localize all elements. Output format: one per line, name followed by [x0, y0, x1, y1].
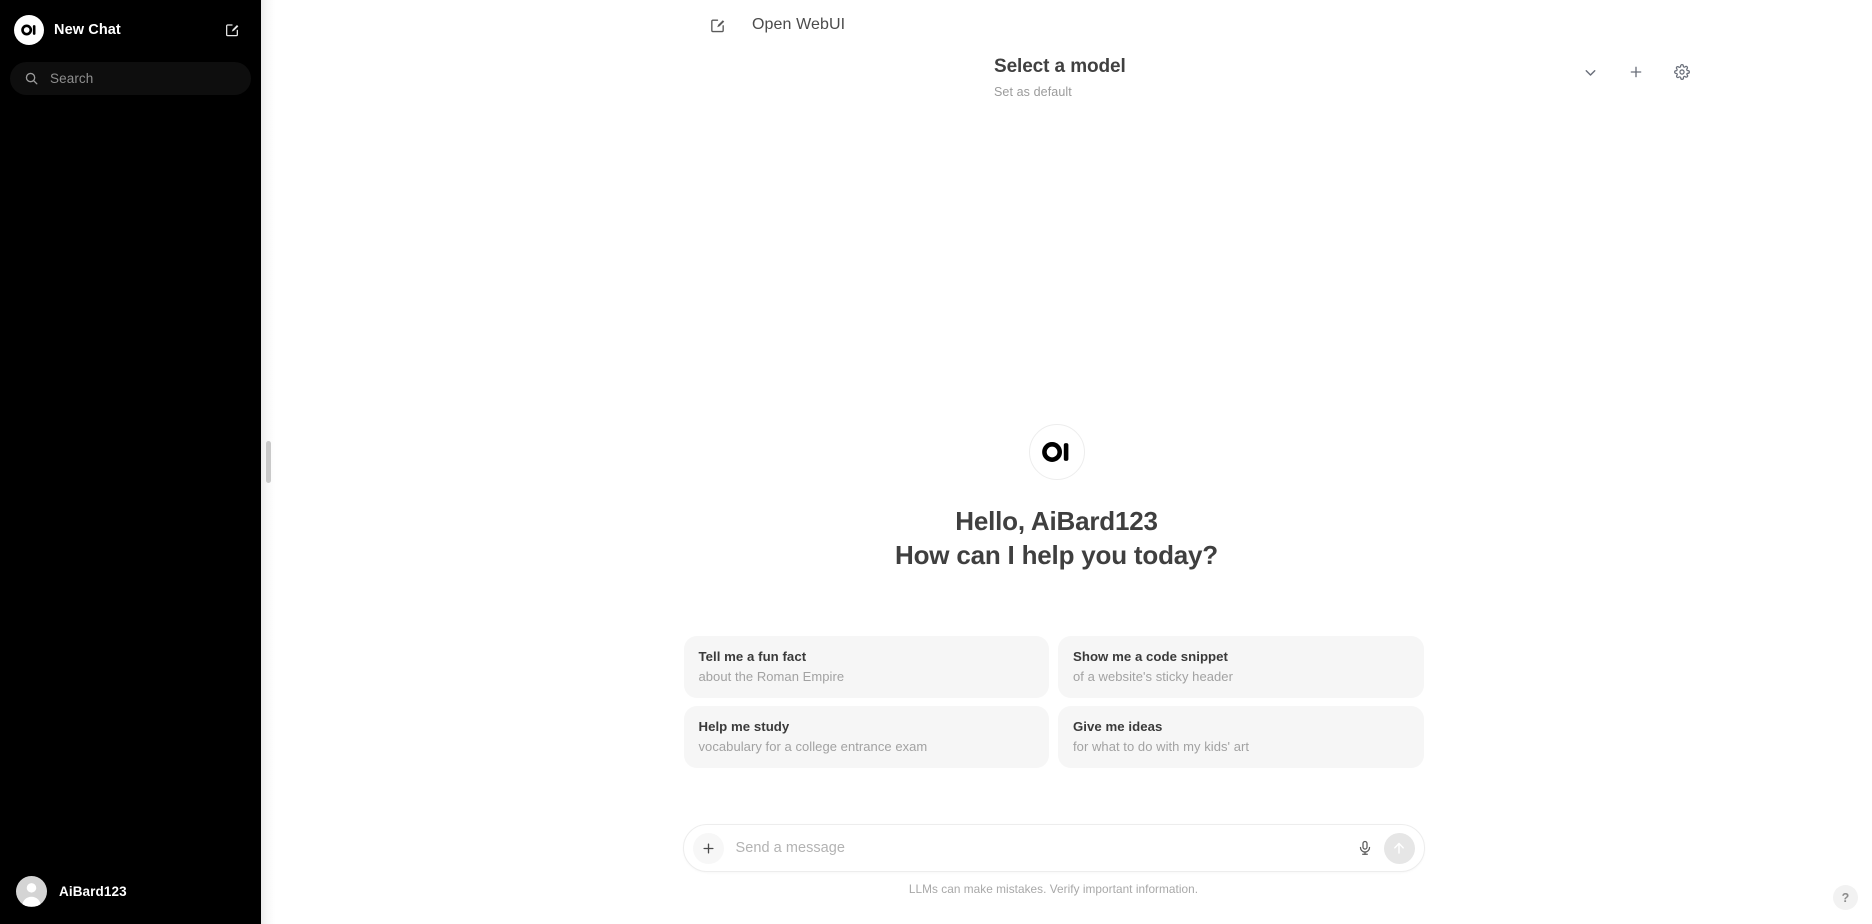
- suggestion-card[interactable]: Give me ideas for what to do with my kid…: [1058, 706, 1424, 768]
- chat-history-list: [10, 103, 251, 868]
- suggestion-title: Give me ideas: [1073, 719, 1163, 734]
- model-actions: [1577, 59, 1695, 85]
- sidebar-resize-handle[interactable]: [261, 0, 275, 924]
- suggestion-title: Show me a code snippet: [1073, 649, 1228, 664]
- user-profile-button[interactable]: AiBard123: [10, 868, 251, 914]
- attach-plus-icon[interactable]: [692, 832, 724, 864]
- sidebar: New Chat Search AiBard123: [0, 0, 261, 924]
- chevron-down-icon[interactable]: [1577, 59, 1603, 85]
- suggestion-subtitle: vocabulary for a college entrance exam: [698, 739, 928, 754]
- add-model-plus-icon[interactable]: [1623, 59, 1649, 85]
- set-as-default-link[interactable]: Set as default: [994, 85, 1126, 99]
- sidebar-header: New Chat: [10, 8, 251, 52]
- welcome-section: Hello, AiBard123 How can I help you toda…: [241, 112, 1872, 924]
- search-icon: [24, 71, 39, 86]
- composer-box: [682, 824, 1425, 872]
- gear-icon[interactable]: [1669, 59, 1695, 85]
- suggestion-subtitle: of a website's sticky header: [1073, 669, 1233, 684]
- suggestion-card[interactable]: Show me a code snippet of a website's st…: [1058, 636, 1424, 698]
- topbar-new-chat-icon[interactable]: [704, 12, 730, 38]
- suggestion-prompts: Tell me a fun fact about the Roman Empir…: [683, 636, 1424, 768]
- user-avatar: [16, 875, 47, 907]
- new-chat-edit-icon[interactable]: [219, 17, 245, 43]
- model-selector[interactable]: Select a model Set as default: [994, 56, 1126, 99]
- new-chat-label[interactable]: New Chat: [54, 22, 209, 38]
- search-placeholder: Search: [50, 71, 94, 86]
- model-selector-bar: Select a model Set as default: [261, 50, 1872, 112]
- suggestion-subtitle: for what to do with my kids' art: [1073, 739, 1250, 754]
- open-webui-logo-icon: [14, 15, 44, 45]
- top-bar: Open WebUI: [261, 0, 1872, 50]
- suggestion-title: Tell me a fun fact: [698, 649, 807, 664]
- selected-model-label: Select a model: [994, 56, 1126, 77]
- suggestion-card[interactable]: Help me study vocabulary for a college e…: [683, 706, 1049, 768]
- sidebar-resize-grip-icon: [265, 441, 271, 483]
- microphone-icon[interactable]: [1350, 833, 1380, 863]
- suggestion-title: Help me study: [698, 719, 790, 734]
- welcome-logo-icon: [1028, 424, 1085, 481]
- greeting-line-2: How can I help you today?: [895, 539, 1218, 570]
- send-button[interactable]: [1383, 832, 1415, 864]
- message-composer: LLMs can make mistakes. Verify important…: [682, 824, 1425, 896]
- suggestion-subtitle: about the Roman Empire: [698, 669, 845, 684]
- main-content: Open WebUI Select a model Set as default: [261, 0, 1872, 924]
- page-title: Open WebUI: [752, 16, 846, 33]
- search-input[interactable]: Search: [10, 62, 251, 95]
- greeting-line-1: Hello, AiBard123: [955, 506, 1158, 537]
- username-label: AiBard123: [59, 883, 127, 899]
- help-button[interactable]: ?: [1833, 885, 1858, 910]
- message-input[interactable]: [723, 826, 1350, 870]
- suggestion-card[interactable]: Tell me a fun fact about the Roman Empir…: [683, 636, 1049, 698]
- disclaimer-text: LLMs can make mistakes. Verify important…: [908, 882, 1199, 896]
- app-root: New Chat Search AiBard123 Open WebUI Sel…: [0, 0, 1872, 924]
